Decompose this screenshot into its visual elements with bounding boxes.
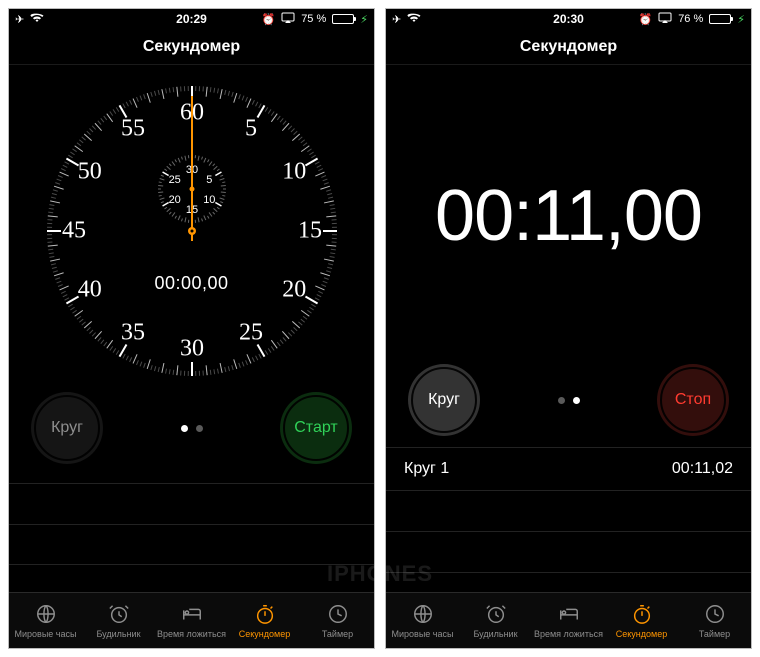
start-button-label: Старт — [294, 419, 337, 437]
wifi-icon — [407, 13, 421, 26]
page-dot — [181, 425, 188, 432]
tab-label: Таймер — [699, 629, 730, 639]
phone-screen-digital: ✈︎ 20:30 ⏰ 76 % ⚡︎ Секундомер 00:11,00 К… — [385, 8, 752, 649]
svg-text:45: 45 — [62, 218, 86, 244]
tab-label: Время ложиться — [157, 629, 226, 639]
page-title: Секундомер — [9, 29, 374, 65]
tab-таймер[interactable]: Таймер — [301, 593, 374, 648]
battery-icon — [332, 14, 354, 24]
tab-bar: Мировые часы Будильник Время ложиться Секун… — [9, 592, 374, 648]
lap-button-label: Круг — [51, 419, 83, 437]
divider — [386, 572, 751, 573]
svg-text:10: 10 — [282, 159, 306, 185]
tab-время-ложиться[interactable]: Время ложиться — [155, 593, 228, 648]
svg-text:50: 50 — [77, 159, 101, 185]
tab-label: Время ложиться — [534, 629, 603, 639]
svg-text:5: 5 — [245, 115, 257, 141]
lap-button[interactable]: Круг — [31, 392, 103, 464]
tab-будильник[interactable]: Будильник — [459, 593, 532, 648]
svg-text:10: 10 — [203, 194, 215, 206]
svg-text:5: 5 — [206, 174, 212, 186]
airplay-icon — [658, 12, 672, 27]
page-dot — [558, 397, 565, 404]
battery-percent: 75 % — [301, 13, 326, 25]
tab-label: Будильник — [473, 629, 517, 639]
tab-будильник[interactable]: Будильник — [82, 593, 155, 648]
tab-секундомер[interactable]: Секундомер — [605, 593, 678, 648]
tab-label: Мировые часы — [15, 629, 77, 639]
digital-readout: 00:11,00 — [386, 175, 751, 257]
alarm-clock-icon — [107, 603, 131, 627]
status-time: 20:30 — [553, 12, 584, 26]
page-dot — [573, 397, 580, 404]
wifi-icon — [30, 13, 44, 26]
svg-text:20: 20 — [168, 194, 180, 206]
stop-button[interactable]: Стоп — [657, 364, 729, 436]
tab-label: Таймер — [322, 629, 353, 639]
timer-icon — [326, 603, 350, 627]
timer-icon — [703, 603, 727, 627]
alarm-icon: ⏰ — [261, 13, 275, 26]
alarm-clock-icon — [484, 603, 508, 627]
svg-text:25: 25 — [239, 320, 263, 346]
battery-percent: 76 % — [678, 13, 703, 25]
status-bar: ✈︎ 20:30 ⏰ 76 % ⚡︎ — [386, 9, 751, 29]
globe-icon — [411, 603, 435, 627]
tab-таймер[interactable]: Таймер — [678, 593, 751, 648]
lap-time: 00:11,02 — [672, 460, 733, 478]
tab-label: Будильник — [96, 629, 140, 639]
svg-text:55: 55 — [121, 115, 145, 141]
stop-button-label: Стоп — [675, 391, 711, 409]
tab-label: Секундомер — [239, 629, 290, 639]
lap-button-label: Круг — [428, 391, 460, 409]
globe-icon — [34, 603, 58, 627]
bed-icon — [557, 603, 581, 627]
svg-text:25: 25 — [168, 174, 180, 186]
svg-text:30: 30 — [180, 336, 204, 362]
lap-name: Круг 1 — [404, 460, 449, 478]
svg-text:20: 20 — [282, 277, 306, 303]
page-dot — [196, 425, 203, 432]
svg-text:40: 40 — [77, 277, 101, 303]
start-button[interactable]: Старт — [280, 392, 352, 464]
tab-мировые-часы[interactable]: Мировые часы — [386, 593, 459, 648]
charging-icon: ⚡︎ — [360, 13, 368, 26]
page-indicator[interactable] — [181, 425, 203, 432]
lap-list: Круг 1 00:11,02 — [386, 447, 751, 491]
alarm-icon: ⏰ — [638, 13, 652, 26]
phone-screen-analog: ✈︎ 20:29 ⏰ 75 % ⚡︎ Секундомер 6051015202… — [8, 8, 375, 649]
divider — [9, 483, 374, 484]
tab-секундомер[interactable]: Секундомер — [228, 593, 301, 648]
tab-label: Секундомер — [616, 629, 667, 639]
analog-dial[interactable]: 60510152025303540455055 30510152025 — [42, 81, 342, 381]
bed-icon — [180, 603, 204, 627]
digital-readout: 00:00,00 — [154, 273, 228, 294]
charging-icon: ⚡︎ — [737, 13, 745, 26]
tab-мировые-часы[interactable]: Мировые часы — [9, 593, 82, 648]
tab-время-ложиться[interactable]: Время ложиться — [532, 593, 605, 648]
status-bar: ✈︎ 20:29 ⏰ 75 % ⚡︎ — [9, 9, 374, 29]
tab-label: Мировые часы — [392, 629, 454, 639]
tab-bar: Мировые часы Будильник Время ложиться Секун… — [386, 592, 751, 648]
status-time: 20:29 — [176, 12, 207, 26]
page-title: Секундомер — [386, 29, 751, 65]
stopwatch-icon — [253, 603, 277, 627]
airplane-icon: ✈︎ — [392, 13, 401, 26]
airplane-icon: ✈︎ — [15, 13, 24, 26]
airplay-icon — [281, 12, 295, 27]
stopwatch-digital-view: 00:11,00 Круг Стоп Круг 1 00:11,02 — [386, 65, 751, 592]
divider — [9, 564, 374, 565]
divider — [386, 531, 751, 532]
stopwatch-icon — [630, 603, 654, 627]
lap-row: Круг 1 00:11,02 — [386, 447, 751, 491]
lap-button[interactable]: Круг — [408, 364, 480, 436]
svg-text:15: 15 — [298, 218, 322, 244]
stopwatch-analog-view: 60510152025303540455055 30510152025 00:0… — [9, 65, 374, 592]
divider — [9, 524, 374, 525]
page-indicator[interactable] — [558, 397, 580, 404]
battery-icon — [709, 14, 731, 24]
svg-text:35: 35 — [121, 320, 145, 346]
